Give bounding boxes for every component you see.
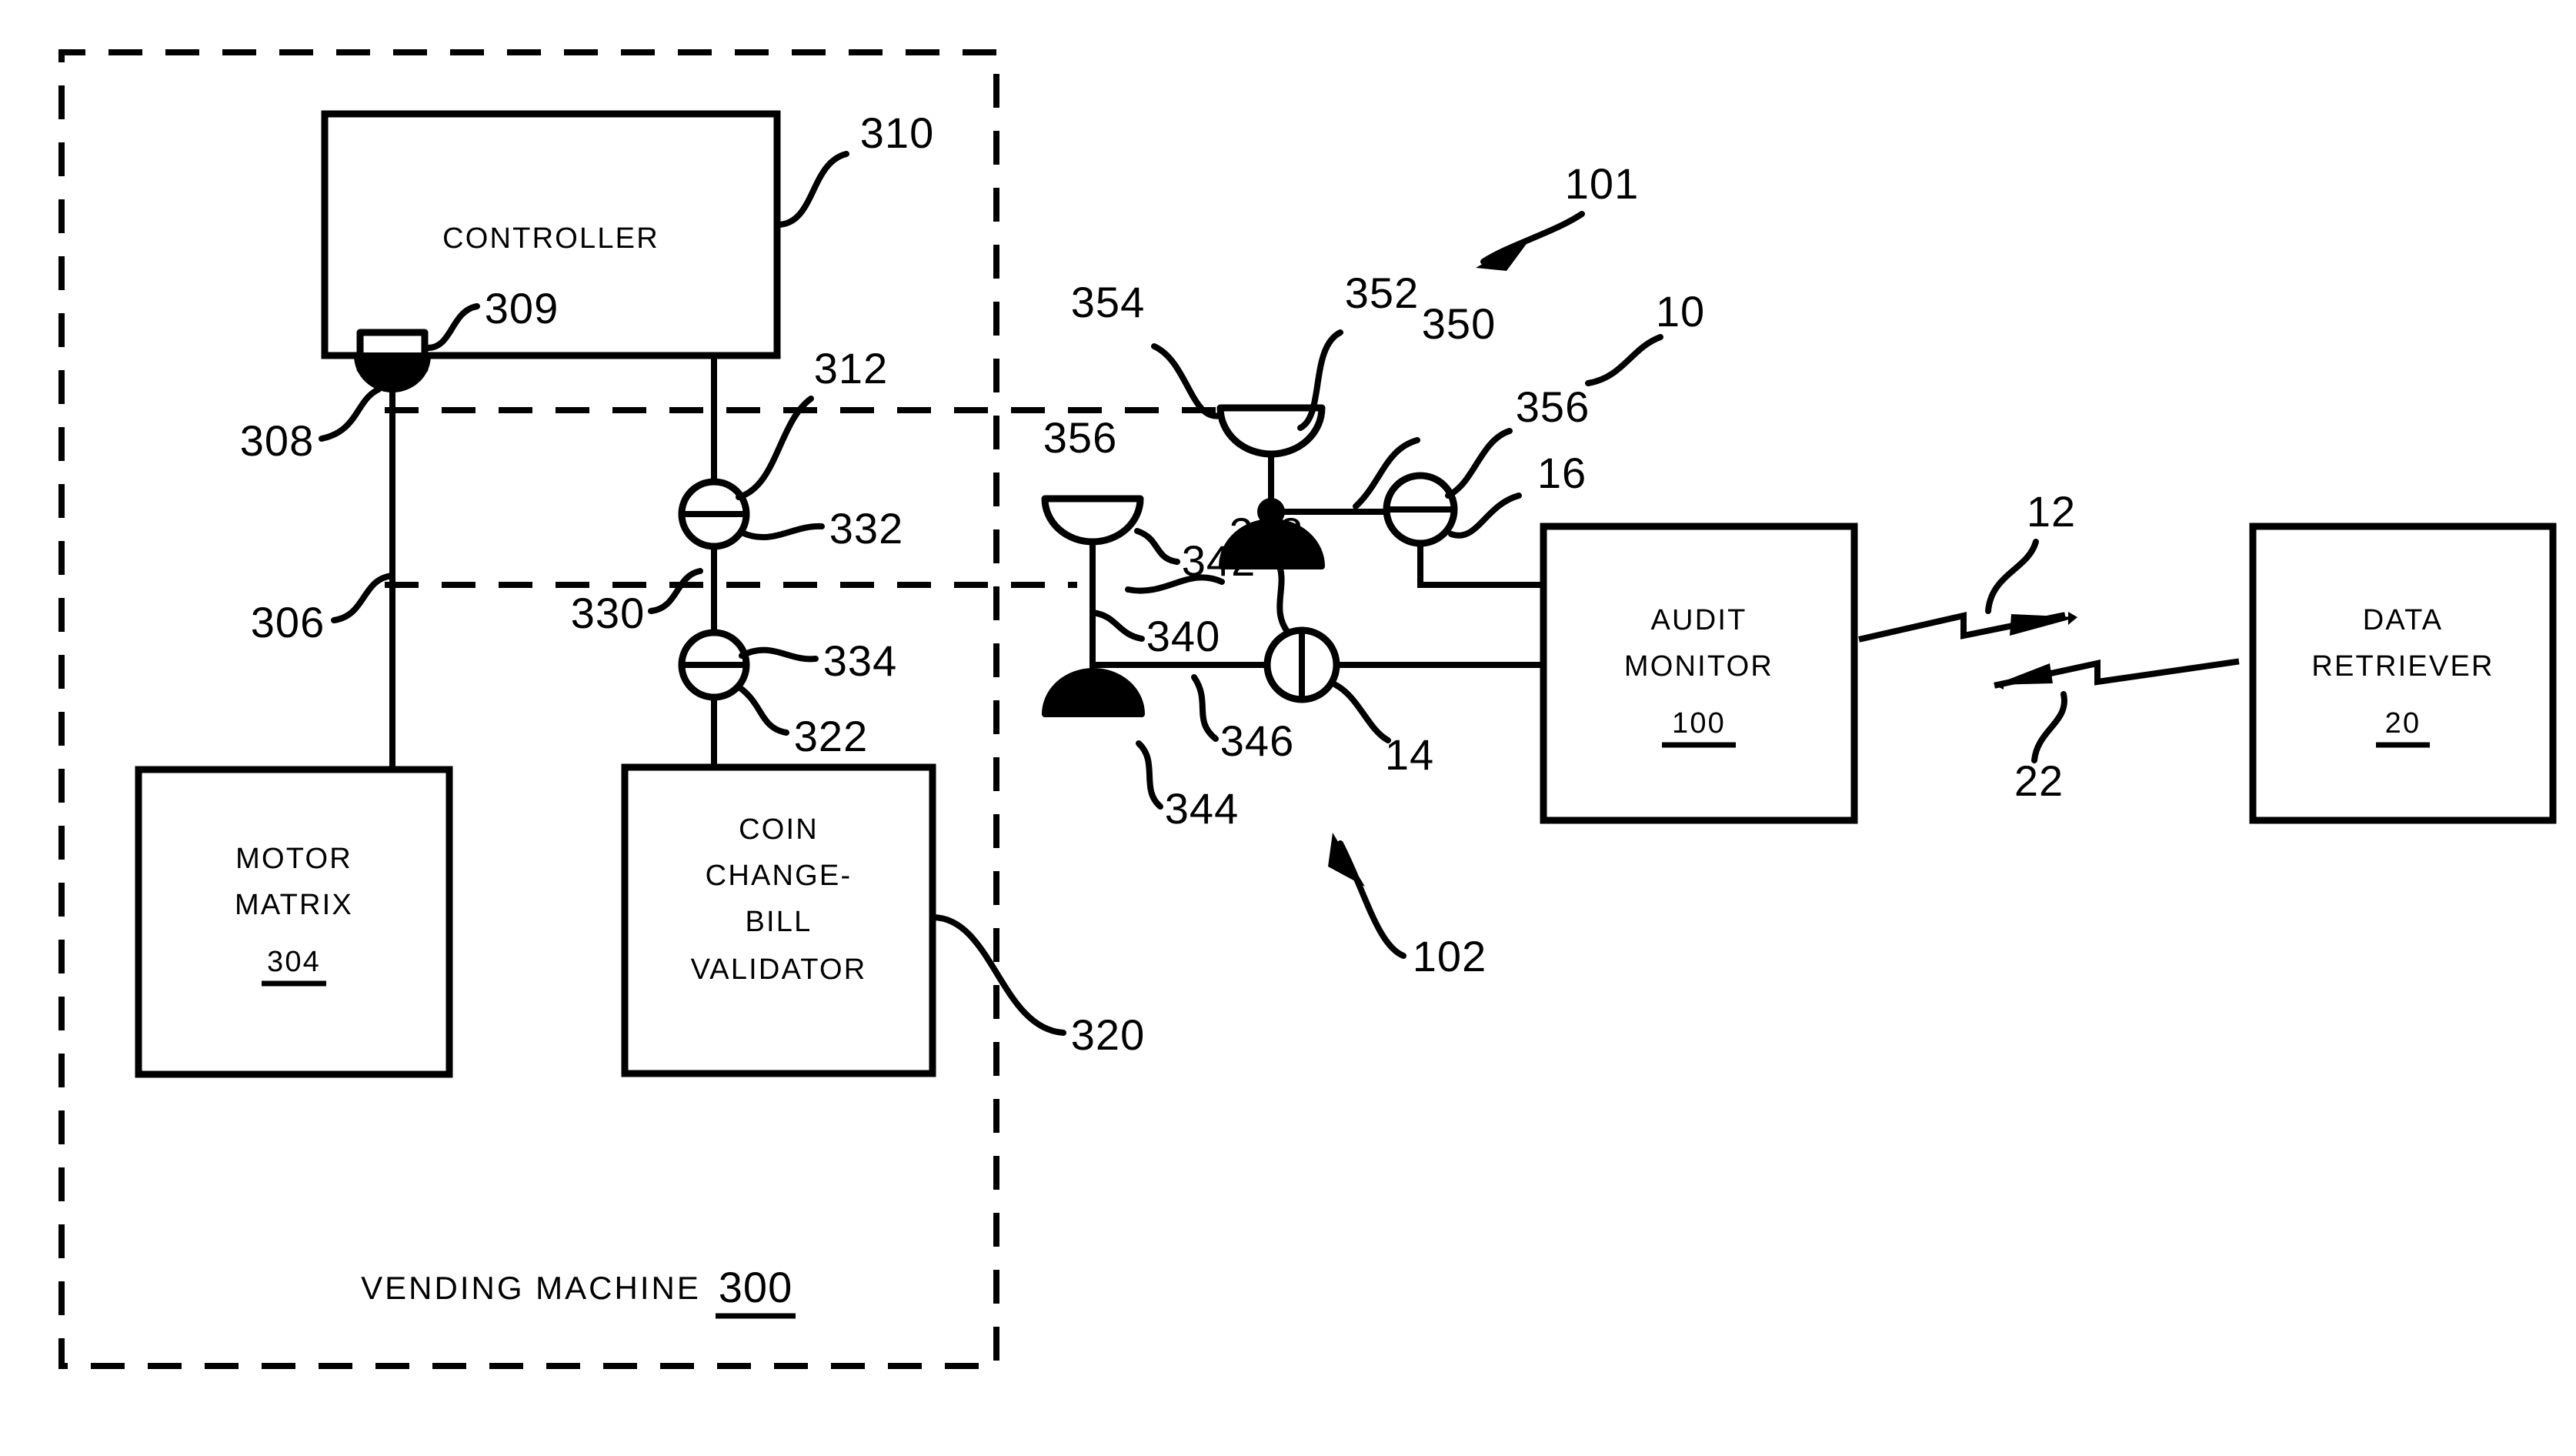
- connector-354-socket: [1216, 404, 1326, 458]
- vending-machine-audit-system-diagram: CONTROLLER MOTOR MATRIX 304 COIN CHANGE-…: [58, 49, 2557, 1369]
- ref-334: 334: [823, 636, 897, 685]
- leader-346: [1191, 674, 1219, 742]
- ref-322: 322: [794, 712, 868, 760]
- vending-machine-caption-text: VENDING MACHINE: [361, 1270, 701, 1306]
- audit-monitor-ref: 100: [1672, 707, 1726, 740]
- data-retriever-label-line2: RETRIEVER: [2311, 650, 2494, 683]
- leader-330: [648, 568, 703, 614]
- leader-334: [739, 646, 819, 663]
- ref-320: 320: [1071, 1010, 1145, 1059]
- ref-330: 330: [571, 589, 645, 637]
- data-retriever-label-line1: DATA: [2363, 604, 2444, 636]
- ref-12: 12: [2027, 487, 2076, 536]
- ref-306: 306: [251, 598, 325, 646]
- leader-12: [1985, 539, 2039, 614]
- wire-16-to-audit-monitor: [1417, 540, 1547, 588]
- ref-354: 354: [1071, 278, 1145, 326]
- audit-monitor-label-line2: MONITOR: [1624, 650, 1774, 683]
- connector-348: [1263, 626, 1340, 703]
- ref-350: 350: [1422, 299, 1496, 348]
- ref-340: 340: [1146, 612, 1220, 660]
- leader-10: [1585, 334, 1663, 386]
- motor-matrix-block: MOTOR MATRIX 304: [135, 766, 453, 1078]
- leader-102-arrow: [1328, 833, 1406, 959]
- leader-356-upper: [1445, 428, 1513, 499]
- ref-356-left: 356: [1043, 413, 1117, 462]
- leader-101-arrow: [1476, 211, 1585, 271]
- coin-validator-label-line4: VALIDATOR: [691, 953, 867, 986]
- leader-340: [1089, 609, 1145, 642]
- ref-310: 310: [860, 109, 934, 157]
- coin-validator-block: COIN CHANGE- BILL VALIDATOR: [621, 763, 936, 1077]
- connector-308-plug: [354, 352, 431, 392]
- leader-312: [736, 396, 814, 500]
- connector-16: [1383, 472, 1458, 547]
- connector-342-socket: [1041, 495, 1144, 546]
- ref-22: 22: [2014, 756, 2064, 805]
- ref-101: 101: [1565, 159, 1639, 208]
- leader-354: [1151, 343, 1223, 419]
- ref-14: 14: [1385, 730, 1434, 779]
- audit-monitor-block: AUDIT MONITOR 100: [1540, 523, 1858, 824]
- leader-16: [1448, 493, 1522, 539]
- coin-validator-label-line3: BILL: [746, 906, 813, 938]
- leader-332: [739, 523, 825, 541]
- ref-346: 346: [1220, 716, 1294, 765]
- leader-14: [1333, 682, 1391, 743]
- connector-334: [678, 629, 750, 701]
- connector-344-plug: [1042, 668, 1145, 717]
- ref-332: 332: [829, 504, 903, 553]
- leader-348: [1274, 557, 1291, 636]
- controller-label: CONTROLLER: [442, 222, 659, 255]
- leader-306: [331, 573, 395, 623]
- leader-342: [1134, 528, 1180, 565]
- ref-309: 309: [485, 284, 559, 332]
- leader-22: [2031, 691, 2067, 763]
- leader-308: [319, 386, 382, 442]
- data-retriever-block: DATA RETRIEVER 20: [2249, 523, 2557, 824]
- data-retriever-ref: 20: [2385, 707, 2421, 740]
- leader-322: [737, 685, 789, 736]
- motor-matrix-label-line2: MATRIX: [235, 889, 353, 921]
- figure-caption: VENDING MACHINE 300: [361, 1263, 796, 1319]
- motor-matrix-ref: 304: [267, 946, 321, 978]
- ref-352: 352: [1345, 269, 1419, 317]
- wireless-link-22-arrow: [1994, 658, 2240, 690]
- connector-332: [678, 478, 750, 550]
- ref-10: 10: [1656, 287, 1705, 336]
- motor-matrix-label-line1: MOTOR: [235, 843, 352, 875]
- patent-figure-canvas: CONTROLLER MOTOR MATRIX 304 COIN CHANGE-…: [0, 0, 2576, 1456]
- ref-344: 344: [1165, 784, 1239, 833]
- ref-308: 308: [240, 416, 314, 465]
- coin-validator-label-line1: COIN: [739, 813, 819, 846]
- ref-102: 102: [1413, 932, 1487, 980]
- audit-monitor-label-line1: AUDIT: [1651, 604, 1747, 636]
- leader-310: [774, 151, 849, 228]
- ref-312: 312: [814, 344, 888, 392]
- vending-machine-caption-ref: 300: [719, 1263, 792, 1311]
- wireless-link-12-arrow: [1858, 611, 2077, 643]
- ref-348: 348: [1230, 509, 1303, 557]
- coin-validator-label-line2: CHANGE-: [706, 860, 853, 892]
- ref-356-upper: 356: [1516, 382, 1590, 431]
- ref-16: 16: [1537, 449, 1587, 497]
- leader-344: [1136, 740, 1163, 810]
